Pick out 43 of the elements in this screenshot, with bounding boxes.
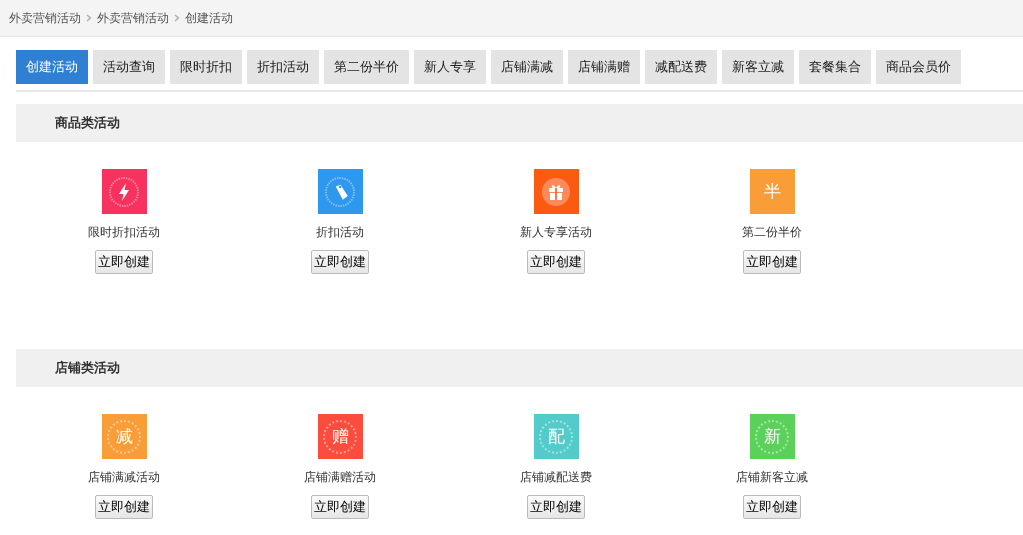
tab[interactable]: 新人专享 (414, 50, 486, 84)
activity-label: 店铺满赠活动 (304, 469, 376, 486)
activity-label: 新人专享活动 (520, 224, 592, 241)
create-button[interactable]: 立即创建 (743, 495, 801, 519)
tag-icon (325, 176, 355, 207)
tab[interactable]: 店铺满赠 (568, 50, 640, 84)
create-button[interactable]: 立即创建 (311, 250, 369, 274)
create-button[interactable]: 立即创建 (527, 250, 585, 274)
tab[interactable]: 第二份半价 (324, 50, 409, 84)
tab[interactable]: 减配送费 (645, 50, 717, 84)
tab[interactable]: 创建活动 (16, 50, 88, 84)
tab[interactable]: 新客立减 (722, 50, 794, 84)
activity-label: 限时折扣活动 (88, 224, 160, 241)
breadcrumb-item: 创建活动 (185, 9, 233, 27)
activity-label: 折扣活动 (316, 224, 364, 241)
tab[interactable]: 商品会员价 (876, 50, 961, 84)
tab[interactable]: 折扣活动 (247, 50, 319, 84)
gift-icon (541, 176, 571, 207)
tab[interactable]: 套餐集合 (799, 50, 871, 84)
glyph-icon: 赠 (317, 414, 363, 459)
create-button[interactable]: 立即创建 (95, 250, 153, 274)
tab[interactable]: 限时折扣 (170, 50, 242, 84)
chevron-icon (86, 14, 92, 22)
glyph-icon: 减 (101, 414, 147, 459)
activity-label: 店铺减配送费 (520, 469, 592, 486)
activity-label: 店铺新客立减 (736, 469, 808, 486)
tab[interactable]: 店铺满减 (491, 50, 563, 84)
activity-label: 第二份半价 (742, 224, 802, 241)
section-title: 商品类活动 (55, 114, 120, 132)
breadcrumb-item[interactable]: 外卖营销活动 (9, 9, 81, 27)
create-button[interactable]: 立即创建 (743, 250, 801, 274)
lightning-icon (109, 176, 139, 207)
glyph-icon: 半 (749, 169, 795, 214)
tab[interactable]: 活动查询 (93, 50, 165, 84)
glyph-icon: 新 (749, 414, 795, 459)
create-button[interactable]: 立即创建 (311, 495, 369, 519)
glyph-icon: 配 (533, 414, 579, 459)
section-title: 店铺类活动 (55, 359, 120, 377)
activity-label: 店铺满减活动 (88, 469, 160, 486)
chevron-icon (174, 14, 180, 22)
breadcrumb-item[interactable]: 外卖营销活动 (97, 9, 169, 27)
create-button[interactable]: 立即创建 (95, 495, 153, 519)
create-button[interactable]: 立即创建 (527, 495, 585, 519)
